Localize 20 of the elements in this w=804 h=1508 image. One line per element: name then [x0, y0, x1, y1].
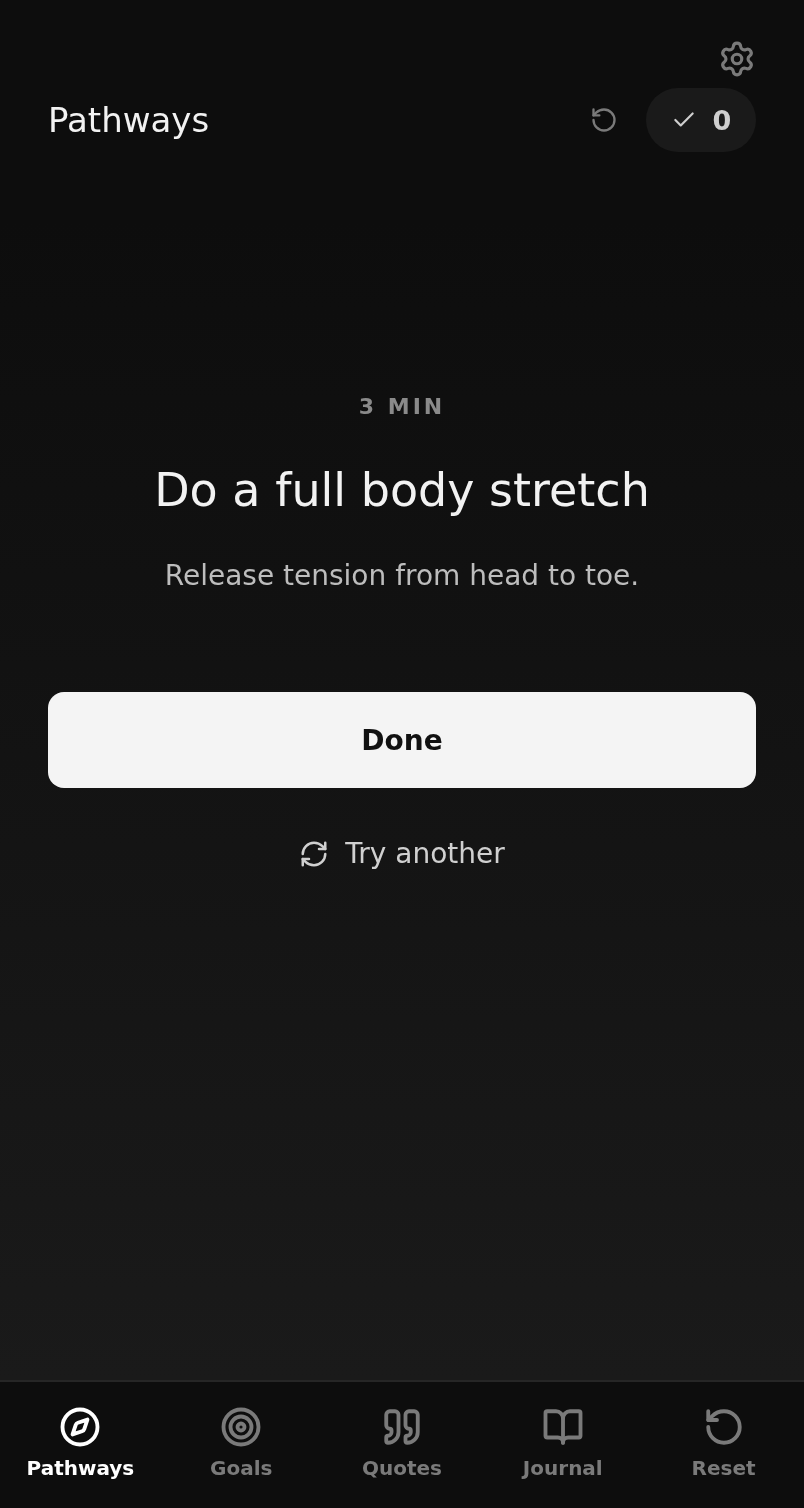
quote-icon	[381, 1406, 423, 1448]
completed-count-button[interactable]: 0	[646, 88, 756, 152]
book-icon	[541, 1406, 584, 1448]
page-title: Pathways	[48, 100, 211, 140]
try-another-button[interactable]: Try another	[293, 836, 511, 871]
settings-icon	[718, 40, 756, 78]
nav-tab[interactable]: Reset	[643, 1382, 804, 1508]
compass-icon	[59, 1406, 102, 1448]
settings-button[interactable]	[718, 40, 756, 78]
nav-tab[interactable]: Quotes	[321, 1382, 483, 1508]
target-icon	[220, 1406, 263, 1448]
nav-tab[interactable]: Journal	[482, 1382, 644, 1508]
task-title: Do a full body stretch	[154, 463, 650, 517]
nav-tab[interactable]: Goals	[160, 1382, 322, 1508]
done-button[interactable]: Done	[48, 692, 756, 788]
undo-button[interactable]	[590, 106, 618, 134]
nav-tab[interactable]: Pathways	[0, 1382, 161, 1508]
duration-label: 3 MIN	[358, 394, 446, 419]
undo-icon	[590, 106, 618, 134]
task-description: Release tension from head to toe.	[164, 559, 640, 592]
